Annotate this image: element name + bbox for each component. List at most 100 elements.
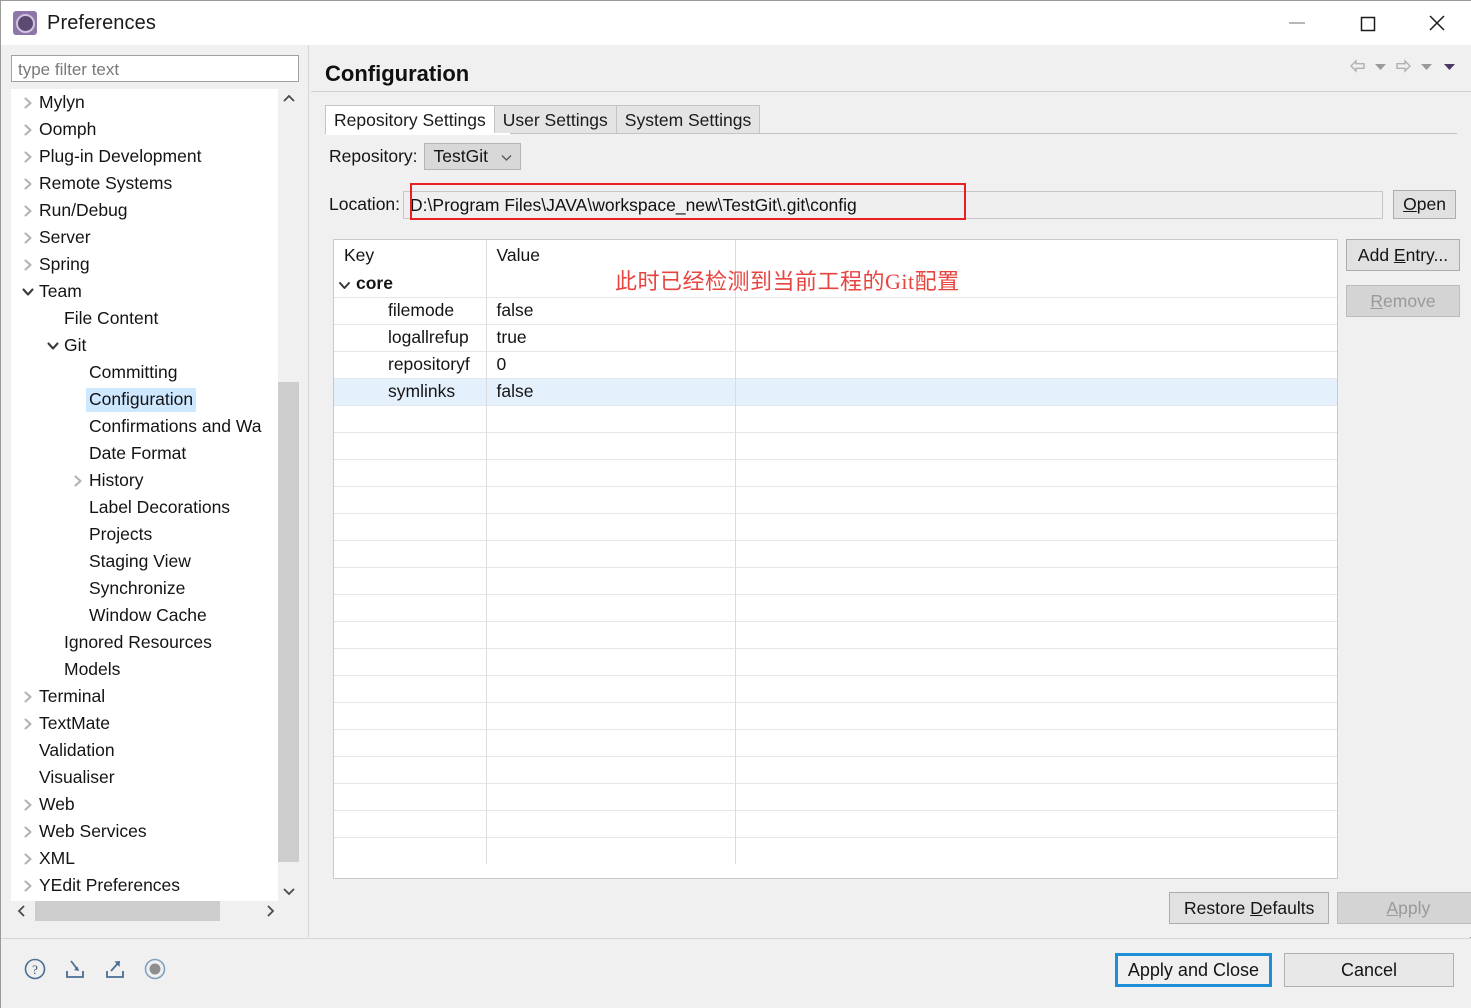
chevron-right-icon[interactable]: [17, 177, 39, 191]
sidebar-item-server[interactable]: Server: [11, 224, 281, 251]
chevron-right-icon[interactable]: [17, 96, 39, 110]
sidebar-item-file-content[interactable]: File Content: [11, 305, 281, 332]
scroll-left-icon[interactable]: [11, 901, 32, 921]
sidebar-item-window-cache[interactable]: Window Cache: [11, 602, 281, 629]
table-row-empty[interactable]: [334, 431, 1337, 459]
apply-and-close-button[interactable]: Apply and Close: [1114, 953, 1272, 987]
tab-system-settings[interactable]: System Settings: [615, 105, 761, 134]
scroll-down-icon[interactable]: [278, 881, 299, 901]
table-row-empty[interactable]: [334, 593, 1337, 621]
chevron-down-icon[interactable]: [338, 280, 356, 291]
sidebar-item-staging-view[interactable]: Staging View: [11, 548, 281, 575]
chevron-right-icon[interactable]: [17, 825, 39, 839]
sidebar-item-synchronize[interactable]: Synchronize: [11, 575, 281, 602]
table-row-empty[interactable]: [334, 755, 1337, 783]
repository-dropdown[interactable]: TestGit: [423, 143, 521, 170]
sidebar-item-history[interactable]: History: [11, 467, 281, 494]
sidebar-item-terminal[interactable]: Terminal: [11, 683, 281, 710]
close-icon[interactable]: [1402, 1, 1471, 45]
sidebar-item-plug-in-development[interactable]: Plug-in Development: [11, 143, 281, 170]
chevron-right-icon[interactable]: [17, 204, 39, 218]
hscroll-thumb[interactable]: [35, 901, 220, 921]
chevron-right-icon[interactable]: [17, 690, 39, 704]
oomph-icon[interactable]: [141, 955, 169, 983]
sidebar-item-date-format[interactable]: Date Format: [11, 440, 281, 467]
sidebar-item-mylyn[interactable]: Mylyn: [11, 89, 281, 116]
tree-vertical-scrollbar[interactable]: [278, 89, 299, 901]
sidebar-item-configuration[interactable]: Configuration: [11, 386, 281, 413]
minimize-icon[interactable]: [1262, 1, 1332, 45]
table-row[interactable]: repositoryf 0: [334, 350, 1337, 378]
table-row-empty[interactable]: [334, 566, 1337, 594]
sidebar-item-projects[interactable]: Projects: [11, 521, 281, 548]
table-row-empty[interactable]: [334, 512, 1337, 540]
table-row-empty[interactable]: [334, 701, 1337, 729]
sidebar-item-remote-systems[interactable]: Remote Systems: [11, 170, 281, 197]
table-row-empty[interactable]: [334, 458, 1337, 486]
sidebar-item-models[interactable]: Models: [11, 656, 281, 683]
chevron-right-icon[interactable]: [67, 474, 89, 488]
export-icon[interactable]: [101, 955, 129, 983]
chevron-right-icon[interactable]: [17, 879, 39, 893]
table-row-empty[interactable]: [334, 836, 1337, 864]
scroll-thumb[interactable]: [278, 382, 299, 862]
help-icon[interactable]: ?: [21, 955, 49, 983]
table-row-empty[interactable]: [334, 404, 1337, 432]
table-row-empty[interactable]: [334, 539, 1337, 567]
sidebar-item-textmate[interactable]: TextMate: [11, 710, 281, 737]
sidebar-item-web[interactable]: Web: [11, 791, 281, 818]
sidebar-item-label-decorations[interactable]: Label Decorations: [11, 494, 281, 521]
chevron-right-icon[interactable]: [17, 717, 39, 731]
sidebar-item-run-debug[interactable]: Run/Debug: [11, 197, 281, 224]
table-row-empty[interactable]: [334, 485, 1337, 513]
view-menu-icon[interactable]: [1439, 55, 1459, 77]
sidebar-item-team[interactable]: Team: [11, 278, 281, 305]
filter-input[interactable]: [11, 55, 299, 82]
tab-repository-settings[interactable]: Repository Settings: [325, 105, 495, 134]
table-row-empty[interactable]: [334, 674, 1337, 702]
maximize-icon[interactable]: [1332, 1, 1402, 45]
sidebar-item-oomph[interactable]: Oomph: [11, 116, 281, 143]
location-input[interactable]: [403, 190, 1384, 219]
table-row[interactable]: filemode false: [334, 296, 1337, 324]
import-icon[interactable]: [61, 955, 89, 983]
tree-horizontal-scrollbar[interactable]: [11, 901, 299, 921]
chevron-down-icon[interactable]: [42, 340, 64, 352]
column-header-key[interactable]: Key: [334, 240, 487, 270]
chevron-right-icon[interactable]: [17, 123, 39, 137]
tab-user-settings[interactable]: User Settings: [493, 105, 617, 134]
sidebar-item-git[interactable]: Git: [11, 332, 281, 359]
table-row-empty[interactable]: [334, 728, 1337, 756]
sidebar-item-committing[interactable]: Committing: [11, 359, 281, 386]
table-row[interactable]: logallrefup true: [334, 323, 1337, 351]
chevron-right-icon[interactable]: [17, 258, 39, 272]
chevron-right-icon[interactable]: [17, 150, 39, 164]
sidebar-item-visualiser[interactable]: Visualiser: [11, 764, 281, 791]
sidebar-item-confirmations-and-wa[interactable]: Confirmations and Wa: [11, 413, 281, 440]
pane-divider[interactable]: [308, 45, 309, 937]
sidebar-item-web-services[interactable]: Web Services: [11, 818, 281, 845]
sidebar-item-yedit-preferences[interactable]: YEdit Preferences: [11, 872, 281, 899]
chevron-down-icon[interactable]: [17, 286, 39, 298]
sidebar-item-spring[interactable]: Spring: [11, 251, 281, 278]
cancel-button[interactable]: Cancel: [1284, 953, 1454, 987]
table-row[interactable]: symlinks false: [334, 377, 1337, 405]
add-entry-button[interactable]: Add Entry...: [1346, 239, 1460, 271]
back-arrow-icon[interactable]: [1347, 55, 1367, 77]
back-dropdown-icon[interactable]: [1370, 55, 1390, 77]
sidebar-item-ignored-resources[interactable]: Ignored Resources: [11, 629, 281, 656]
table-row-empty[interactable]: [334, 647, 1337, 675]
sidebar-item-xml[interactable]: XML: [11, 845, 281, 872]
sidebar-item-validation[interactable]: Validation: [11, 737, 281, 764]
chevron-right-icon[interactable]: [17, 231, 39, 245]
preferences-tree[interactable]: Mylyn Oomph Plug-in Development Remote Syst…: [11, 89, 299, 919]
scroll-up-icon[interactable]: [278, 89, 299, 109]
forward-dropdown-icon[interactable]: [1416, 55, 1436, 77]
restore-defaults-button[interactable]: Restore Defaults: [1169, 892, 1330, 924]
table-row-empty[interactable]: [334, 620, 1337, 648]
forward-arrow-icon[interactable]: [1393, 55, 1413, 77]
chevron-right-icon[interactable]: [17, 852, 39, 866]
config-table[interactable]: Key Value core filemode false logallrefup tr…: [333, 239, 1338, 879]
chevron-right-icon[interactable]: [17, 798, 39, 812]
table-row-empty[interactable]: [334, 809, 1337, 837]
